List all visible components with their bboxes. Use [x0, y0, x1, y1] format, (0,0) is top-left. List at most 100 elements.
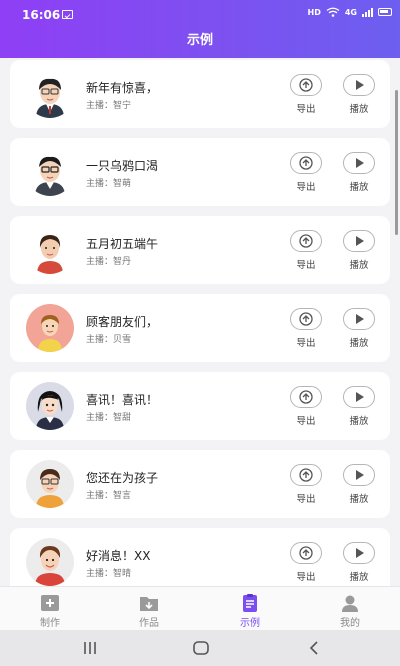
export-button[interactable]: 导出	[286, 230, 326, 274]
play-button[interactable]: 播放	[339, 74, 379, 118]
status-time: 16:06	[22, 8, 61, 22]
battery-icon	[378, 8, 392, 16]
tab-create[interactable]: 制作	[20, 591, 80, 629]
list-item[interactable]: 喜讯！喜讯！ 主播：智甜 导出 播放	[10, 372, 390, 440]
play-icon	[356, 314, 364, 324]
export-label: 导出	[296, 494, 316, 505]
upload-icon	[299, 156, 313, 170]
add-box-icon	[41, 595, 59, 611]
image-notification-icon	[62, 10, 73, 19]
avatar	[26, 70, 74, 118]
play-icon	[356, 392, 364, 402]
person-icon	[342, 595, 358, 612]
play-button[interactable]: 播放	[339, 386, 379, 430]
tab-works[interactable]: 作品	[119, 591, 179, 629]
play-label: 播放	[349, 338, 369, 349]
item-anchor: 主播：智丹	[86, 257, 132, 267]
item-anchor: 主播：智萌	[86, 179, 132, 189]
wifi-icon	[326, 7, 340, 17]
network-label: HD	[307, 7, 321, 17]
tab-label: 我的	[340, 618, 360, 629]
play-button[interactable]: 播放	[339, 230, 379, 274]
network-type-label: 4G	[344, 7, 357, 17]
export-button[interactable]: 导出	[286, 74, 326, 118]
export-button[interactable]: 导出	[286, 152, 326, 196]
list-item[interactable]: 新年有惊喜， 主播：智宁 导出 播放	[10, 60, 390, 128]
signal-icon	[362, 7, 373, 17]
upload-icon	[299, 468, 313, 482]
item-title: 新年有惊喜，	[86, 81, 159, 95]
item-title: 五月初五端午	[86, 237, 159, 251]
export-label: 导出	[296, 260, 316, 271]
export-button[interactable]: 导出	[286, 464, 326, 508]
avatar	[26, 382, 74, 430]
play-label: 播放	[349, 572, 369, 583]
item-title: 您还在为孩子	[86, 471, 159, 485]
avatar	[26, 148, 74, 196]
clipboard-icon	[243, 594, 257, 612]
play-label: 播放	[349, 494, 369, 505]
avatar	[26, 460, 74, 508]
status-icons: HD 4G	[308, 7, 392, 17]
scrollbar[interactable]	[395, 90, 398, 235]
play-button[interactable]: 播放	[339, 542, 379, 586]
avatar	[26, 304, 74, 352]
export-label: 导出	[296, 338, 316, 349]
upload-icon	[299, 390, 313, 404]
app-root: 16:06 HD 4G 示例 新年有惊喜， 主播：智宁 导出 播放 一只乌鸦口渴…	[0, 0, 400, 666]
play-icon	[356, 236, 364, 246]
tab-examples[interactable]: 示例	[220, 591, 280, 629]
export-button[interactable]: 导出	[286, 542, 326, 586]
item-anchor: 主播：贝雪	[86, 335, 132, 345]
example-list[interactable]: 新年有惊喜， 主播：智宁 导出 播放 一只乌鸦口渴 主播：智萌 导出 播放 五月…	[0, 58, 400, 586]
tab-label: 作品	[139, 618, 159, 629]
upload-icon	[299, 234, 313, 248]
play-icon	[356, 158, 364, 168]
export-label: 导出	[296, 416, 316, 427]
play-button[interactable]: 播放	[339, 464, 379, 508]
list-item[interactable]: 一只乌鸦口渴 主播：智萌 导出 播放	[10, 138, 390, 206]
list-item[interactable]: 好消息！XX 主播：智晴 导出 播放	[10, 528, 390, 586]
play-icon	[356, 548, 364, 558]
folder-icon	[140, 597, 158, 611]
export-label: 导出	[296, 572, 316, 583]
play-icon	[356, 470, 364, 480]
tab-mine[interactable]: 我的	[320, 591, 380, 629]
item-anchor: 主播：智言	[86, 491, 132, 501]
item-anchor: 主播：智宁	[86, 101, 132, 111]
play-button[interactable]: 播放	[339, 152, 379, 196]
export-label: 导出	[296, 104, 316, 115]
play-label: 播放	[349, 104, 369, 115]
home-icon[interactable]	[192, 640, 210, 656]
page-title: 示例	[186, 33, 213, 48]
item-anchor: 主播：智甜	[86, 413, 132, 423]
header-bar: 16:06 HD 4G 示例	[0, 0, 400, 58]
export-button[interactable]: 导出	[286, 386, 326, 430]
recent-apps-icon[interactable]	[82, 640, 98, 656]
item-title: 好消息！XX	[86, 549, 151, 563]
play-label: 播放	[349, 260, 369, 271]
upload-icon	[299, 546, 313, 560]
upload-icon	[299, 78, 313, 92]
upload-icon	[299, 312, 313, 326]
play-button[interactable]: 播放	[339, 308, 379, 352]
play-label: 播放	[349, 182, 369, 193]
export-label: 导出	[296, 182, 316, 193]
list-item[interactable]: 五月初五端午 主播：智丹 导出 播放	[10, 216, 390, 284]
list-item[interactable]: 您还在为孩子 主播：智言 导出 播放	[10, 450, 390, 518]
item-title: 一只乌鸦口渴	[86, 159, 159, 173]
back-icon[interactable]	[308, 640, 320, 656]
bottom-tab-bar: 制作 作品 示例 我的	[0, 586, 400, 630]
item-title: 顾客朋友们，	[86, 315, 159, 329]
tab-label: 示例	[240, 618, 260, 629]
item-anchor: 主播：智晴	[86, 569, 132, 579]
system-nav-bar	[0, 630, 400, 666]
item-title: 喜讯！喜讯！	[86, 393, 159, 407]
play-label: 播放	[349, 416, 369, 427]
play-icon	[356, 80, 364, 90]
list-item[interactable]: 顾客朋友们， 主播：贝雪 导出 播放	[10, 294, 390, 362]
avatar	[26, 226, 74, 274]
export-button[interactable]: 导出	[286, 308, 326, 352]
avatar	[26, 538, 74, 586]
tab-label: 制作	[40, 618, 60, 629]
